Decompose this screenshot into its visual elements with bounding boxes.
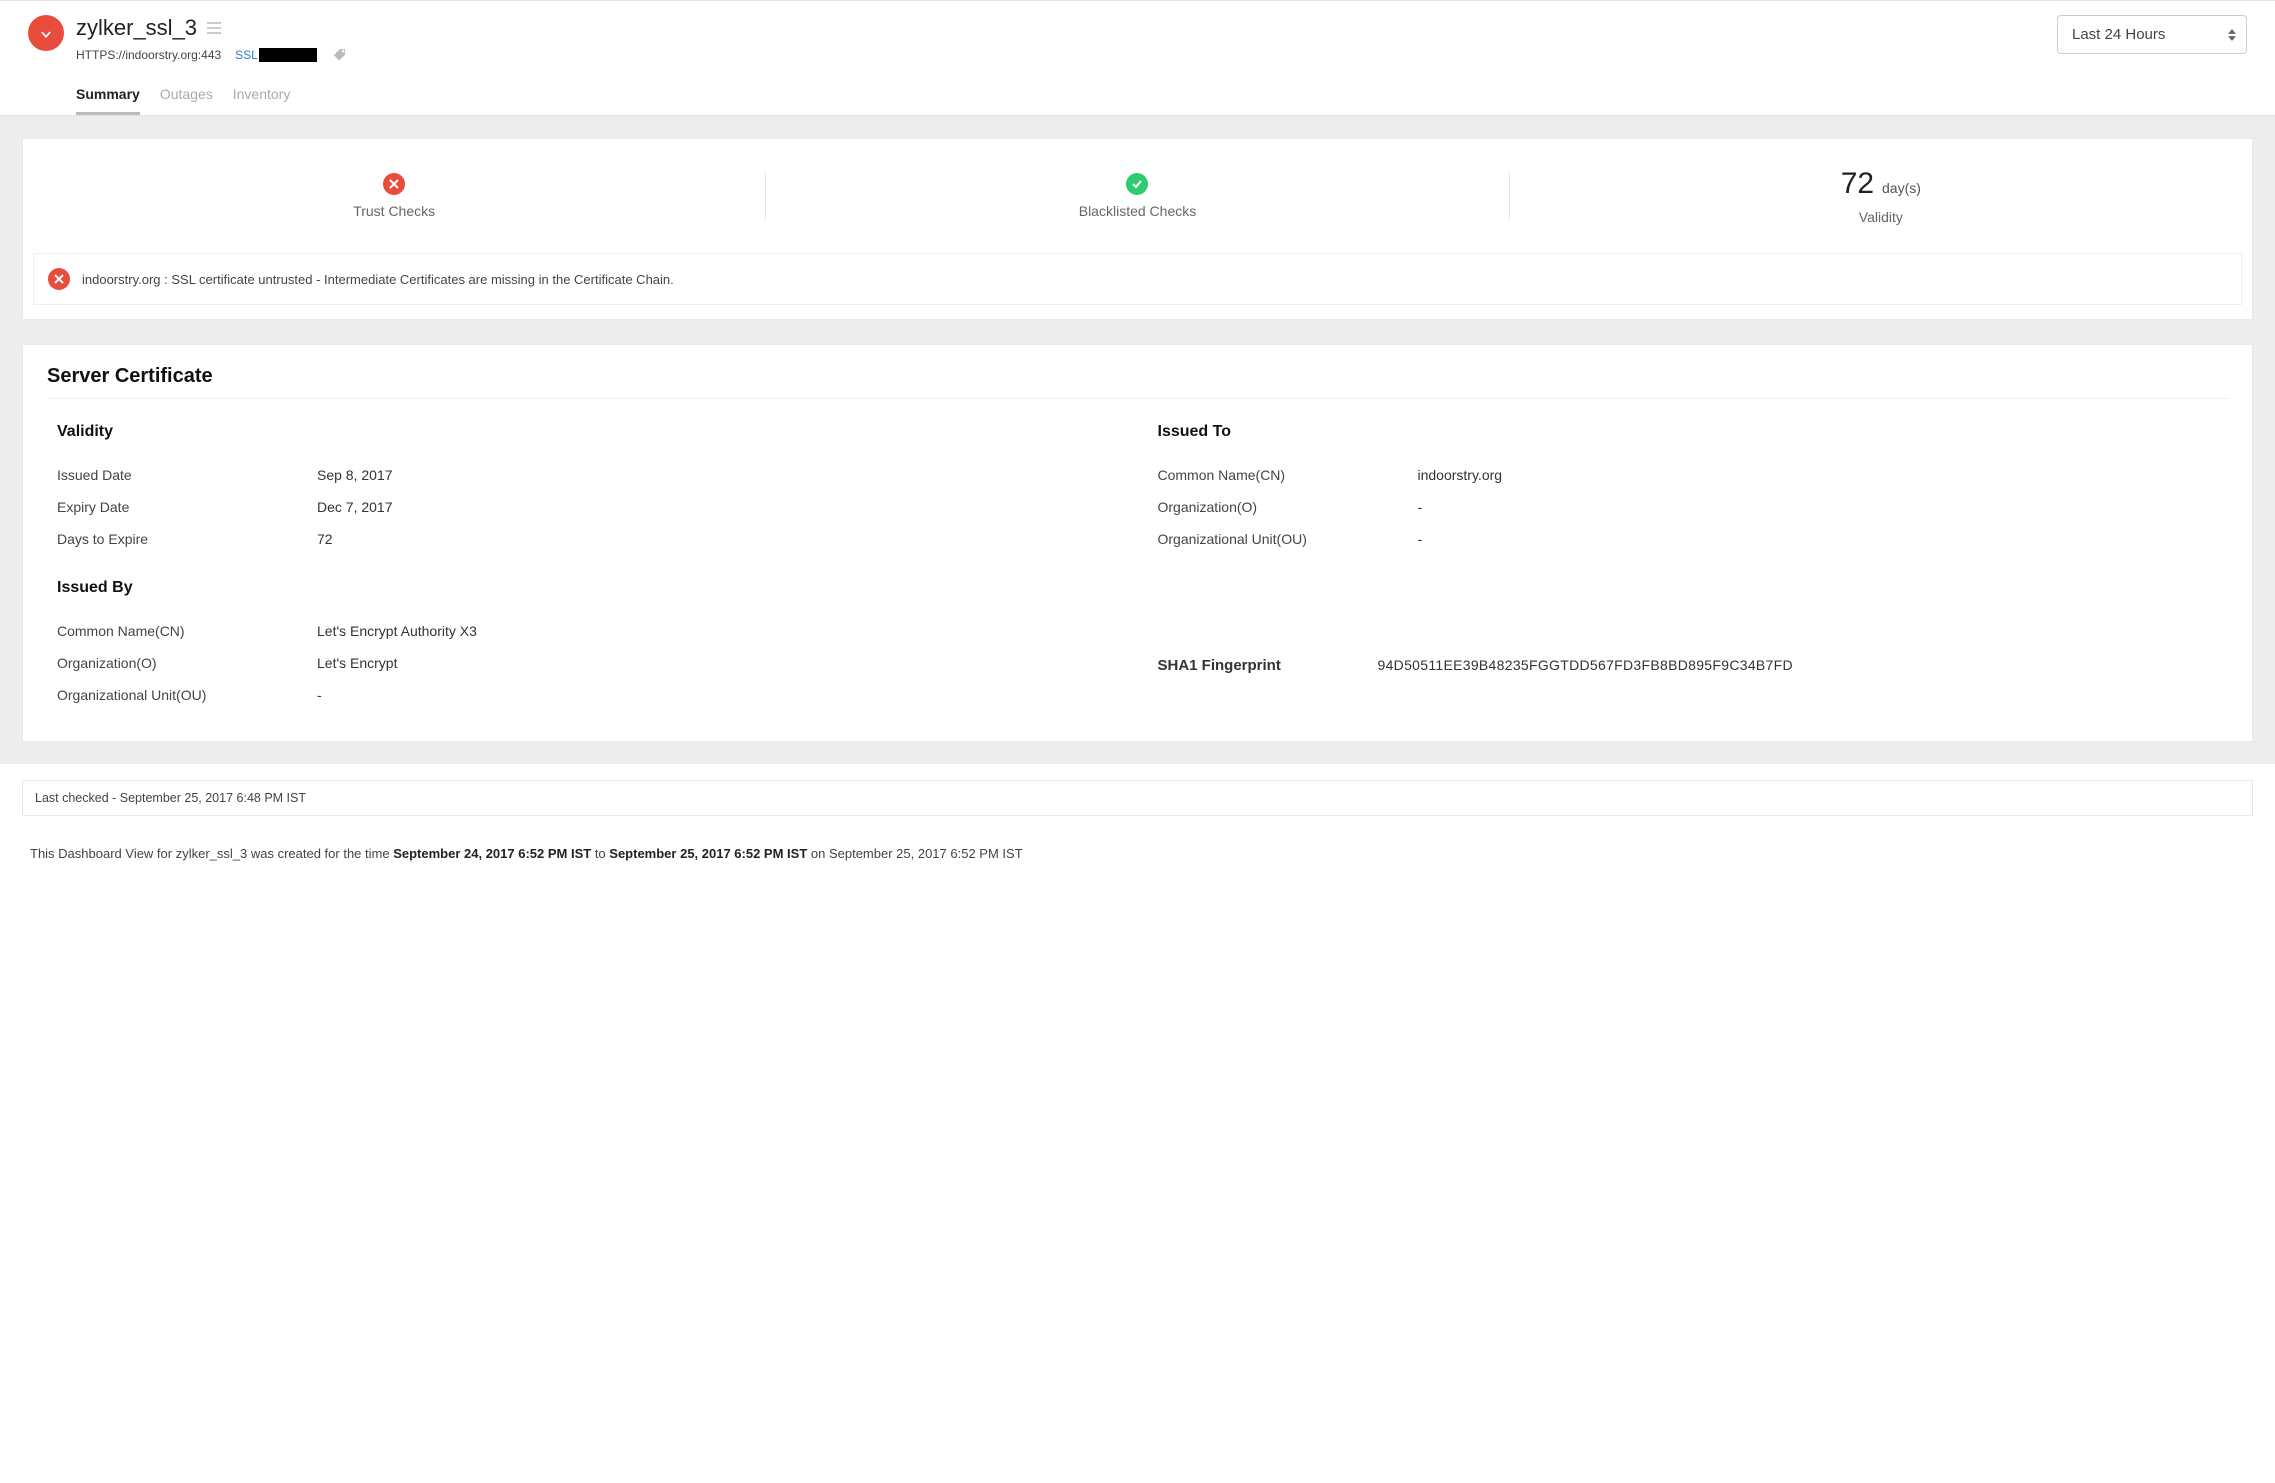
days-expire-key: Days to Expire	[57, 531, 317, 547]
footer-to-word: to	[595, 846, 609, 861]
x-icon	[48, 268, 70, 290]
issued-to-heading: Issued To	[1158, 423, 2219, 441]
time-range-label: Last 24 Hours	[2072, 26, 2165, 43]
sha-fingerprint-val: 94D50511EE39B48235FGGTDD567FD3FB8BD895F9…	[1378, 657, 1793, 673]
sha-block: SHA1 Fingerprint 94D50511EE39B48235FGGTD…	[1158, 579, 2219, 711]
issued-by-block: Issued By Common Name(CN) Let's Encrypt …	[57, 579, 1118, 711]
tag-icon[interactable]	[327, 47, 346, 63]
sha-fingerprint-key: SHA1 Fingerprint	[1158, 657, 1378, 674]
footer-from: September 24, 2017 6:52 PM IST	[393, 846, 591, 861]
cert-grid: Validity Issued Date Sep 8, 2017 Expiry …	[47, 423, 2228, 711]
validity-block: Validity Issued Date Sep 8, 2017 Expiry …	[57, 423, 1118, 555]
subtitle-row: HTTPS://indoorstry.org:443 SSL Certifica…	[76, 45, 345, 64]
issued-to-org-key: Organization(O)	[1158, 499, 1418, 515]
issued-by-org-key: Organization(O)	[57, 655, 317, 671]
validity-col: 72 day(s) Validity	[1510, 167, 2252, 225]
issued-to-cn-val: indoorstry.org	[1418, 467, 1503, 483]
blacklist-checks-col: Blacklisted Checks	[766, 173, 1508, 219]
issued-date-key: Issued Date	[57, 467, 317, 483]
alert-text: indoorstry.org : SSL certificate untrust…	[82, 272, 674, 287]
server-certificate-title: Server Certificate	[47, 365, 2228, 399]
kv-row: Organizational Unit(OU) -	[1158, 523, 2219, 555]
page-title: zylker_ssl_3	[76, 15, 197, 41]
issued-by-ou-key: Organizational Unit(OU)	[57, 687, 317, 703]
issued-by-ou-val: -	[317, 687, 322, 703]
monitor-url: HTTPS://indoorstry.org:443	[76, 48, 221, 62]
issued-by-org-val: Let's Encrypt	[317, 655, 398, 671]
menu-icon[interactable]	[207, 22, 221, 34]
ssl-certificate-link[interactable]: SSL Certificate	[235, 48, 315, 62]
issued-to-block: Issued To Common Name(CN) indoorstry.org…	[1158, 423, 2219, 555]
checks-row: Trust Checks Blacklisted Checks 72 day(s…	[23, 157, 2252, 253]
tab-inventory-label: Inventory	[233, 86, 291, 102]
validity-days: 72	[1841, 167, 1874, 200]
validity-unit: day(s)	[1882, 180, 1921, 196]
issued-by-heading: Issued By	[57, 579, 1118, 597]
checks-panel: Trust Checks Blacklisted Checks 72 day(s…	[22, 138, 2253, 320]
title-lines: zylker_ssl_3 HTTPS://indoorstry.org:443 …	[76, 15, 345, 115]
server-certificate-panel: Server Certificate Validity Issued Date …	[22, 344, 2253, 742]
tab-summary-label: Summary	[76, 86, 140, 102]
tab-summary[interactable]: Summary	[76, 86, 140, 115]
summary-section: Trust Checks Blacklisted Checks 72 day(s…	[0, 116, 2275, 764]
chevron-updown-icon	[2228, 28, 2236, 41]
redacted-block	[259, 48, 317, 62]
kv-row: Organization(O) Let's Encrypt	[57, 647, 1118, 679]
title-row: zylker_ssl_3	[76, 15, 345, 41]
issued-by-cn-key: Common Name(CN)	[57, 623, 317, 639]
validity-heading: Validity	[57, 423, 1118, 441]
footer-to: September 25, 2017 6:52 PM IST	[609, 846, 807, 861]
kv-row: Issued Date Sep 8, 2017	[57, 459, 1118, 491]
footer-note: This Dashboard View for zylker_ssl_3 was…	[0, 816, 2275, 881]
tabs: Summary Outages Inventory	[76, 86, 345, 115]
days-expire-val: 72	[317, 531, 333, 547]
blacklist-checks-label: Blacklisted Checks	[1079, 203, 1197, 219]
kv-row: Expiry Date Dec 7, 2017	[57, 491, 1118, 523]
kv-row: Organizational Unit(OU) -	[57, 679, 1118, 711]
kv-row: Days to Expire 72	[57, 523, 1118, 555]
title-block: zylker_ssl_3 HTTPS://indoorstry.org:443 …	[28, 15, 345, 115]
last-checked-bar: Last checked - September 25, 2017 6:48 P…	[22, 780, 2253, 816]
issued-to-org-val: -	[1418, 499, 1423, 515]
kv-row: Organization(O) -	[1158, 491, 2219, 523]
issued-to-cn-key: Common Name(CN)	[1158, 467, 1418, 483]
check-icon	[1126, 173, 1148, 195]
kv-row: Common Name(CN) Let's Encrypt Authority …	[57, 615, 1118, 647]
issued-to-ou-val: -	[1418, 531, 1423, 547]
kv-row: Common Name(CN) indoorstry.org	[1158, 459, 2219, 491]
page-header: zylker_ssl_3 HTTPS://indoorstry.org:443 …	[0, 0, 2275, 116]
issued-to-ou-key: Organizational Unit(OU)	[1158, 531, 1418, 547]
issued-date-val: Sep 8, 2017	[317, 467, 393, 483]
time-range-select[interactable]: Last 24 Hours	[2057, 15, 2247, 54]
issued-by-cn-val: Let's Encrypt Authority X3	[317, 623, 477, 639]
x-icon	[383, 173, 405, 195]
status-down-icon	[28, 15, 64, 51]
last-checked-text: Last checked - September 25, 2017 6:48 P…	[35, 791, 306, 805]
trust-checks-col: Trust Checks	[23, 173, 765, 219]
trust-checks-label: Trust Checks	[353, 203, 435, 219]
expiry-date-val: Dec 7, 2017	[317, 499, 393, 515]
tab-inventory[interactable]: Inventory	[233, 86, 291, 115]
expiry-date-key: Expiry Date	[57, 499, 317, 515]
tab-outages[interactable]: Outages	[160, 86, 213, 115]
footer-prefix: This Dashboard View for zylker_ssl_3 was…	[30, 846, 393, 861]
validity-value-row: 72 day(s)	[1841, 167, 1921, 201]
footer-suffix: on September 25, 2017 6:52 PM IST	[811, 846, 1023, 861]
validity-label: Validity	[1859, 209, 1903, 225]
tab-outages-label: Outages	[160, 86, 213, 102]
alert-box: indoorstry.org : SSL certificate untrust…	[33, 253, 2242, 305]
